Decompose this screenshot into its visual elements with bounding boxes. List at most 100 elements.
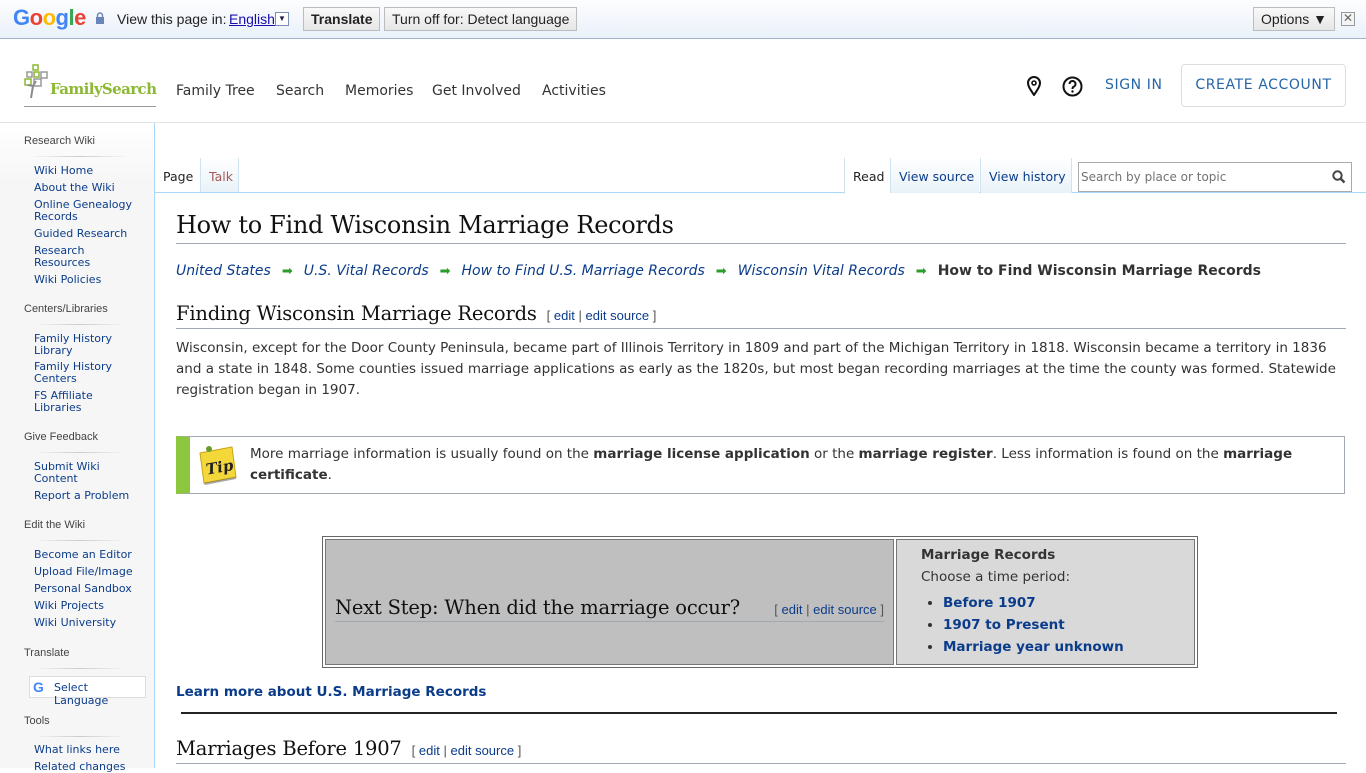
create-account-button[interactable]: CREATE ACCOUNT — [1181, 64, 1346, 107]
edit-link[interactable]: edit — [782, 602, 803, 617]
next-step-table: Next Step: When did the marriage occur? [… — [322, 536, 1198, 668]
edit-source-link[interactable]: edit source — [451, 743, 515, 758]
tab-view-source[interactable]: View source — [890, 158, 979, 193]
sidebar-heading-translate: Translate — [24, 647, 70, 659]
language-dropdown-icon[interactable]: ▼ — [275, 12, 289, 26]
sidebar-item-guided-research[interactable]: Guided Research — [34, 228, 144, 240]
year-unknown-link[interactable]: Marriage year unknown — [943, 639, 1124, 655]
edit-links: [ edit | edit source ] — [774, 602, 884, 617]
tab-view-history[interactable]: View history — [980, 158, 1072, 193]
sidebar-item-about-wiki[interactable]: About the Wiki — [34, 182, 144, 194]
breadcrumb-us-marriage-records[interactable]: How to Find U.S. Marriage Records — [462, 263, 705, 279]
divider — [34, 540, 126, 541]
sidebar-item-research-resources[interactable]: Research Resources — [34, 245, 104, 269]
1907-to-present-link[interactable]: 1907 to Present — [943, 617, 1065, 633]
sidebar-item-family-history-library[interactable]: Family History Library — [34, 333, 119, 357]
sign-in-link[interactable]: SIGN IN — [1105, 77, 1163, 93]
sidebar-item-related-changes[interactable]: Related changes — [34, 761, 144, 773]
close-icon[interactable]: ✕ — [1341, 12, 1355, 26]
time-period-list: Before 1907 1907 to Present Marriage yea… — [943, 592, 1124, 658]
google-logo: Google — [13, 5, 86, 30]
arrow-right-icon: ➡ — [715, 264, 727, 279]
bracket: [ — [411, 743, 416, 758]
wiki-search-box — [1078, 162, 1352, 192]
nav-get-involved[interactable]: Get Involved — [432, 83, 521, 99]
select-language-dropdown[interactable]: G Select Language — [29, 676, 146, 707]
before-1907-link[interactable]: Before 1907 — [943, 595, 1036, 611]
list-item: Before 1907 — [943, 592, 1124, 614]
separator: | — [578, 308, 582, 323]
sidebar-item-wiki-policies[interactable]: Wiki Policies — [34, 274, 144, 286]
sidebar-item-wiki-home[interactable]: Wiki Home — [34, 165, 144, 177]
page-title: How to Find Wisconsin Marriage Records — [176, 211, 1346, 244]
breadcrumb-current: How to Find Wisconsin Marriage Records — [937, 263, 1261, 279]
tab-page[interactable]: Page — [157, 158, 199, 193]
language-link[interactable]: English — [229, 11, 275, 27]
edit-links: [ edit | edit source ] — [547, 308, 657, 323]
edit-source-link[interactable]: edit source — [813, 602, 877, 617]
nav-family-tree[interactable]: Family Tree — [176, 83, 255, 99]
nav-memories[interactable]: Memories — [345, 83, 413, 99]
select-language-label: Select Language — [54, 681, 109, 707]
logo-text: FamilySearch — [50, 80, 157, 98]
location-pin-icon[interactable] — [1026, 76, 1042, 96]
help-icon[interactable] — [1062, 76, 1083, 97]
section-heading-finding: Finding Wisconsin Marriage Records [ edit… — [176, 302, 1346, 329]
tip-text-part: More marriage information is usually fou… — [250, 446, 594, 462]
view-page-label: View this page in: — [117, 11, 227, 27]
sidebar-item-fs-affiliate-libraries[interactable]: FS Affiliate Libraries — [34, 390, 104, 414]
next-step-question: Next Step: When did the marriage occur? — [335, 596, 741, 619]
sidebar-item-personal-sandbox[interactable]: Personal Sandbox — [34, 583, 144, 595]
choose-period-label: Choose a time period: — [921, 569, 1071, 585]
tree-icon — [24, 64, 48, 99]
sidebar-item-report-problem[interactable]: Report a Problem — [34, 490, 144, 502]
turn-off-button[interactable]: Turn off for: Detect language — [384, 7, 578, 31]
sidebar-item-what-links-here[interactable]: What links here — [34, 744, 144, 756]
next-step-cell: Next Step: When did the marriage occur? [… — [325, 539, 894, 665]
divider — [34, 736, 126, 737]
bracket: ] — [652, 308, 657, 323]
options-button[interactable]: Options ▼ — [1253, 7, 1335, 31]
list-item: Marriage year unknown — [943, 636, 1124, 658]
arrow-right-icon: ➡ — [439, 264, 451, 279]
nav-search[interactable]: Search — [276, 83, 324, 99]
sidebar-heading-tools: Tools — [24, 715, 50, 727]
google-g-icon: G — [33, 679, 44, 695]
nav-activities[interactable]: Activities — [542, 83, 606, 99]
search-input[interactable] — [1081, 166, 1321, 188]
arrow-right-icon: ➡ — [915, 264, 927, 279]
edit-source-link[interactable]: edit source — [586, 308, 650, 323]
tip-text: More marriage information is usually fou… — [250, 444, 1330, 486]
sidebar-item-upload-file[interactable]: Upload File/Image — [34, 566, 144, 578]
translate-bar: Google View this page in: English ▼ Tran… — [0, 0, 1366, 39]
breadcrumb-us-vital-records[interactable]: U.S. Vital Records — [304, 263, 429, 279]
site-header: FamilySearch Family Tree Search Memories… — [0, 40, 1366, 123]
tab-talk[interactable]: Talk — [200, 158, 239, 193]
search-icon[interactable] — [1332, 170, 1346, 184]
translate-button[interactable]: Translate — [303, 7, 381, 31]
sidebar-heading-centers-libraries: Centers/Libraries — [24, 303, 108, 315]
sidebar-item-wiki-university[interactable]: Wiki University — [34, 617, 144, 629]
tab-read[interactable]: Read — [844, 158, 890, 194]
bracket: [ — [774, 602, 778, 617]
sidebar-item-become-editor[interactable]: Become an Editor — [34, 549, 144, 561]
arrow-right-icon: ➡ — [281, 264, 293, 279]
sidebar-item-family-history-centers[interactable]: Family History Centers — [34, 361, 119, 385]
breadcrumb-wisconsin-vital-records[interactable]: Wisconsin Vital Records — [738, 263, 905, 279]
edit-link[interactable]: edit — [419, 743, 440, 758]
sidebar-item-wiki-projects[interactable]: Wiki Projects — [34, 600, 144, 612]
sidebar-item-submit-wiki-content[interactable]: Submit Wiki Content — [34, 461, 109, 485]
tip-text-part: . — [327, 467, 332, 483]
sidebar-heading-give-feedback: Give Feedback — [24, 431, 98, 443]
familysearch-logo[interactable]: FamilySearch — [24, 64, 157, 107]
tip-box: Tip More marriage information is usually… — [176, 436, 1345, 494]
separator: | — [806, 602, 810, 617]
list-item: 1907 to Present — [943, 614, 1124, 636]
breadcrumb-united-states[interactable]: United States — [176, 263, 271, 279]
sidebar-item-online-genealogy-records[interactable]: Online Genealogy Records — [34, 199, 134, 223]
separator: | — [443, 743, 447, 758]
learn-more-link[interactable]: Learn more about U.S. Marriage Records — [176, 684, 486, 700]
edit-link[interactable]: edit — [554, 308, 575, 323]
tip-bold-term: marriage register — [858, 446, 993, 462]
lock-icon — [96, 12, 104, 24]
